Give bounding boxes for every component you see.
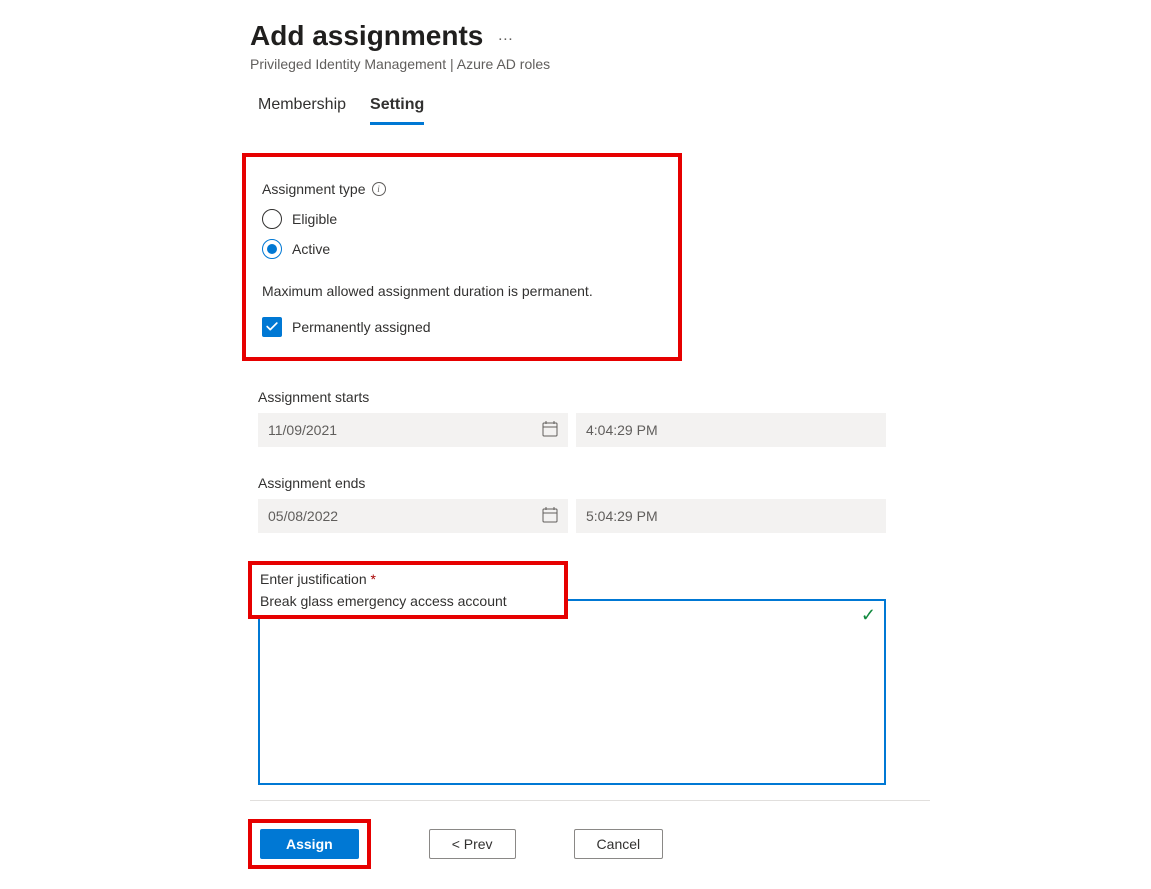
page-title: Add assignments <box>250 20 483 52</box>
permanent-label: Permanently assigned <box>292 319 431 335</box>
checkbox-checked-icon <box>262 317 282 337</box>
radio-eligible-label: Eligible <box>292 211 337 227</box>
radio-dot-icon <box>267 244 277 254</box>
ends-date-input: 05/08/2022 <box>258 499 568 533</box>
required-star-icon: * <box>371 571 376 587</box>
justification-section: Enter justification * Break glass emerge… <box>258 561 1130 869</box>
assignment-ends-section: Assignment ends 05/08/2022 5:04:29 PM <box>258 475 1130 533</box>
permanent-checkbox[interactable]: Permanently assigned <box>262 317 662 337</box>
ends-time-input: 5:04:29 PM <box>576 499 886 533</box>
tab-setting[interactable]: Setting <box>370 96 424 125</box>
radio-active[interactable]: Active <box>262 239 662 259</box>
prev-button[interactable]: < Prev <box>429 829 516 859</box>
calendar-icon <box>542 421 558 440</box>
footer-buttons: Assign < Prev Cancel <box>248 819 1130 869</box>
footer-divider <box>250 800 930 801</box>
duration-note: Maximum allowed assignment duration is p… <box>262 283 662 299</box>
justification-preview: Break glass emergency access account <box>260 593 554 609</box>
starts-date-input: 11/09/2021 <box>258 413 568 447</box>
radio-circle-selected-icon <box>262 239 282 259</box>
page-header: Add assignments … Privileged Identity Ma… <box>250 20 1130 72</box>
breadcrumb: Privileged Identity Management | Azure A… <box>250 56 1130 72</box>
check-icon: ✓ <box>861 605 876 626</box>
justification-label: Enter justification * <box>260 571 554 587</box>
justification-input[interactable] <box>258 599 886 785</box>
assignment-type-section: Assignment type i Eligible Active Maximu… <box>242 153 682 361</box>
assign-button[interactable]: Assign <box>260 829 359 859</box>
assignment-type-label: Assignment type i <box>262 181 662 197</box>
assignment-starts-section: Assignment starts 11/09/2021 4:04:29 PM <box>258 389 1130 447</box>
radio-circle-icon <box>262 209 282 229</box>
assign-highlight: Assign <box>248 819 371 869</box>
radio-active-label: Active <box>292 241 330 257</box>
starts-label: Assignment starts <box>258 389 1130 405</box>
justification-highlight: Enter justification * Break glass emerge… <box>248 561 568 619</box>
more-icon[interactable]: … <box>497 27 515 45</box>
tabs: Membership Setting <box>258 96 1130 125</box>
ends-label: Assignment ends <box>258 475 1130 491</box>
info-icon[interactable]: i <box>372 182 386 196</box>
tab-membership[interactable]: Membership <box>258 96 346 125</box>
cancel-button[interactable]: Cancel <box>574 829 664 859</box>
starts-time-input: 4:04:29 PM <box>576 413 886 447</box>
radio-eligible[interactable]: Eligible <box>262 209 662 229</box>
calendar-icon <box>542 507 558 526</box>
